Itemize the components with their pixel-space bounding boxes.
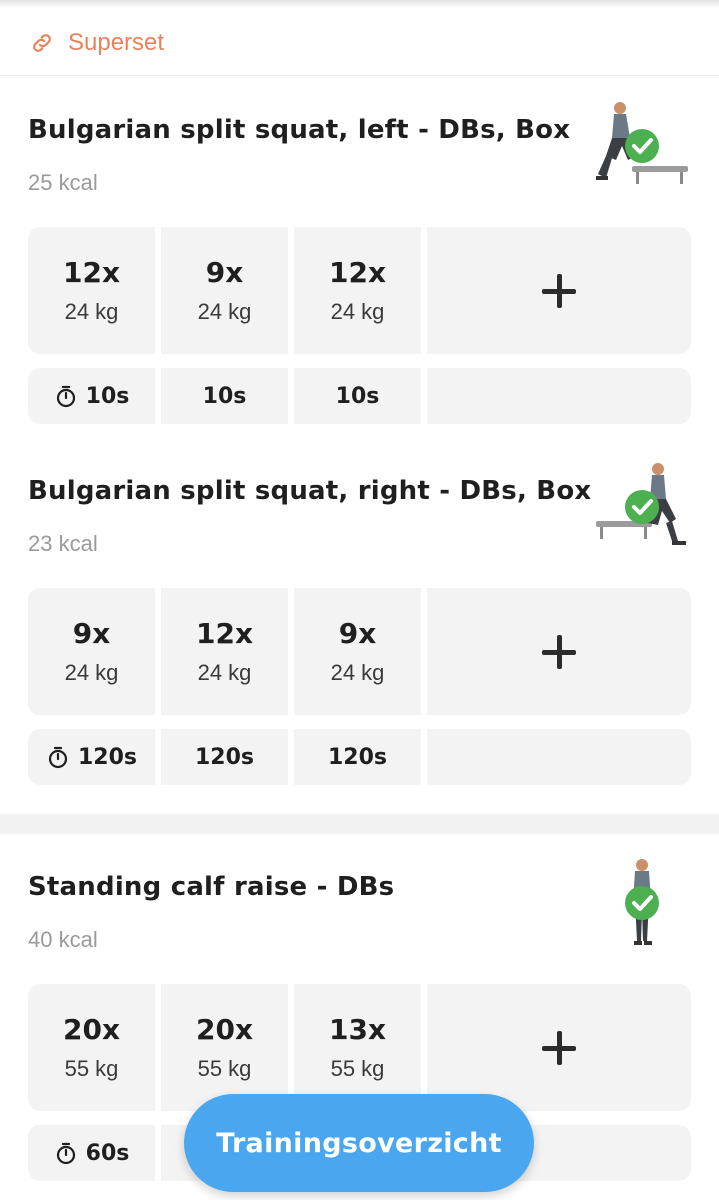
rest-value: 60s <box>85 1140 130 1166</box>
exercise-title[interactable]: Bulgarian split squat, right - DBs, Box <box>28 476 591 506</box>
rest-value: 10s <box>202 383 247 409</box>
set-weight: 24 kg <box>64 660 119 685</box>
plus-icon <box>542 634 576 669</box>
check-badge <box>625 129 659 163</box>
set-weight: 55 kg <box>330 1056 385 1081</box>
exercise-title[interactable]: Bulgarian split squat, left - DBs, Box <box>28 115 570 145</box>
set-card[interactable]: 12x 24 kg <box>161 588 288 715</box>
set-reps: 20x <box>195 1013 254 1046</box>
set-card[interactable]: 13x 55 kg <box>294 984 421 1111</box>
set-reps: 12x <box>195 617 254 650</box>
top-shadow <box>0 0 719 8</box>
set-weight: 24 kg <box>330 299 385 324</box>
set-weight: 24 kg <box>330 660 385 685</box>
rest-cell[interactable]: 120s <box>161 729 288 785</box>
set-card[interactable]: 9x 24 kg <box>294 588 421 715</box>
stopwatch-icon <box>56 385 75 408</box>
exercise-kcal: 25 kcal <box>28 170 98 195</box>
set-reps: 9x <box>72 617 111 650</box>
rest-cell[interactable]: 120s <box>28 729 155 785</box>
exercise-title[interactable]: Standing calf raise - DBs <box>28 872 394 902</box>
rest-value: 10s <box>85 383 130 409</box>
rest-value: 10s <box>335 383 380 409</box>
training-overview-button[interactable]: Trainingsoverzicht <box>184 1094 534 1192</box>
rest-value: 120s <box>77 744 138 770</box>
exercise-thumbnail[interactable] <box>592 100 692 200</box>
add-set-button[interactable] <box>427 588 691 715</box>
set-weight: 24 kg <box>64 299 119 324</box>
stopwatch-icon <box>48 746 68 769</box>
superset-header[interactable]: Superset <box>0 10 719 76</box>
set-weight: 24 kg <box>197 660 252 685</box>
exercise-thumbnail[interactable] <box>592 461 692 561</box>
rest-cell[interactable]: 60s <box>28 1125 155 1181</box>
add-set-button[interactable] <box>427 984 691 1111</box>
rest-cell[interactable]: 10s <box>161 368 288 424</box>
rest-row: 10s 10s 10s <box>28 368 691 424</box>
set-reps: 9x <box>338 617 377 650</box>
superset-label: Superset <box>68 28 165 56</box>
check-badge <box>625 886 659 920</box>
plus-icon <box>542 273 576 308</box>
set-reps: 12x <box>328 256 387 289</box>
set-weight: 24 kg <box>197 299 252 324</box>
set-reps: 13x <box>328 1013 387 1046</box>
set-reps: 12x <box>62 256 121 289</box>
rest-cell[interactable]: 10s <box>294 368 421 424</box>
stopwatch-icon <box>56 1142 75 1165</box>
rest-empty-cell <box>427 368 691 424</box>
sets-row: 12x 24 kg 9x 24 kg 12x 24 kg <box>28 227 691 354</box>
set-card[interactable]: 9x 24 kg <box>28 588 155 715</box>
rest-cell[interactable]: 10s <box>28 368 155 424</box>
training-overview-label: Trainingsoverzicht <box>216 1127 502 1159</box>
check-badge <box>625 490 659 524</box>
sets-row: 9x 24 kg 12x 24 kg 9x 24 kg <box>28 588 691 715</box>
section-separator <box>0 814 719 834</box>
exercise-card: Bulgarian split squat, right - DBs, Box … <box>0 463 719 786</box>
exercise-thumbnail[interactable] <box>592 857 692 957</box>
plus-icon <box>542 1030 576 1065</box>
rest-cell[interactable]: 120s <box>294 729 421 785</box>
rest-value: 120s <box>327 744 388 770</box>
set-card[interactable]: 12x 24 kg <box>28 227 155 354</box>
set-card[interactable]: 20x 55 kg <box>28 984 155 1111</box>
set-reps: 20x <box>62 1013 121 1046</box>
sets-row: 20x 55 kg 20x 55 kg 13x 55 kg <box>28 984 691 1111</box>
set-card[interactable]: 20x 55 kg <box>161 984 288 1111</box>
exercise-card: Bulgarian split squat, left - DBs, Box 2… <box>0 102 719 425</box>
set-card[interactable]: 12x 24 kg <box>294 227 421 354</box>
set-weight: 55 kg <box>64 1056 119 1081</box>
exercise-kcal: 40 kcal <box>28 927 98 952</box>
rest-empty-cell <box>427 729 691 785</box>
add-set-button[interactable] <box>427 227 691 354</box>
set-weight: 55 kg <box>197 1056 252 1081</box>
exercise-kcal: 23 kcal <box>28 531 98 556</box>
rest-value: 120s <box>194 744 255 770</box>
link-icon <box>33 33 51 52</box>
set-reps: 9x <box>205 256 244 289</box>
set-card[interactable]: 9x 24 kg <box>161 227 288 354</box>
rest-row: 120s 120s 120s <box>28 729 691 785</box>
